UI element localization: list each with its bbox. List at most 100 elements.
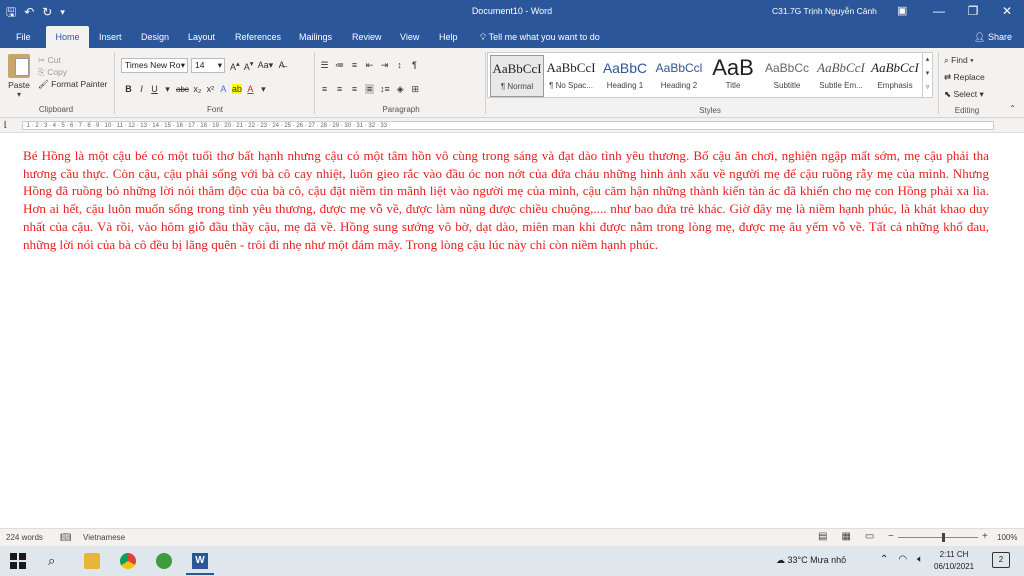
chevron-down-icon[interactable]: ▾ <box>923 67 932 81</box>
chevron-up-icon[interactable]: ⌃ <box>880 554 888 565</box>
horizontal-ruler[interactable]: ⌊ · 1 · 2 · 3 · 4 · 5 · 6 · 7 · 8 · 9 · … <box>0 118 1024 133</box>
weather-widget[interactable]: ☁ 33°C Mưa nhỏ <box>776 555 846 566</box>
change-case-icon[interactable]: Aa▾ <box>258 60 274 71</box>
justify-icon[interactable]: ≡ <box>365 84 374 94</box>
person-icon: 👤︎ <box>974 32 986 42</box>
select-button[interactable]: ⬉ Select ▾ <box>944 86 985 103</box>
title-bar: 🖫 ↶ ↻ ▾ Document10 - Word C31.7G Trịnh N… <box>0 0 1024 24</box>
restore-icon[interactable]: ❐ <box>956 0 990 24</box>
increase-indent-icon[interactable]: ⇥ <box>380 60 389 71</box>
style-title[interactable]: AaB Title <box>706 55 760 97</box>
tab-view[interactable]: View <box>394 26 425 48</box>
windows-start-icon[interactable] <box>10 553 26 569</box>
chevron-down-icon[interactable]: ▾ <box>259 84 268 95</box>
zoom-out-icon[interactable]: − <box>888 531 894 542</box>
tab-layout[interactable]: Layout <box>182 26 221 48</box>
style-heading-1[interactable]: AaBbC Heading 1 <box>598 55 652 97</box>
shading-icon[interactable]: ◈ <box>396 84 405 95</box>
read-mode-icon[interactable]: ▤ <box>818 531 827 542</box>
word-icon[interactable]: W <box>192 553 208 569</box>
tab-design[interactable]: Design <box>135 26 175 48</box>
coccoc-browser-icon[interactable] <box>156 553 172 569</box>
web-layout-icon[interactable]: ▭ <box>865 531 874 542</box>
style-normal[interactable]: AaBbCcI ¶ Normal <box>490 55 544 97</box>
collapse-ribbon-icon[interactable]: ⌃ <box>1009 104 1016 113</box>
style-emphasis[interactable]: AaBbCcI Emphasis <box>868 55 922 97</box>
font-group-label: Font <box>206 105 223 114</box>
align-right-icon[interactable]: ≡ <box>350 84 359 94</box>
font-color-icon[interactable]: A <box>246 84 255 94</box>
chevron-up-icon[interactable]: ▴ <box>923 53 932 67</box>
tab-help[interactable]: Help <box>433 26 464 48</box>
clear-formatting-icon[interactable]: A̶ <box>277 60 286 70</box>
bullets-icon[interactable]: ☰ <box>320 60 329 71</box>
numbering-icon[interactable]: ≔ <box>335 60 344 71</box>
volume-icon[interactable]: 🔈︎ <box>917 554 923 565</box>
share-button[interactable]: 👤︎ Share <box>974 26 1012 48</box>
zoom-level[interactable]: 100% <box>997 533 1017 542</box>
text-effects-icon[interactable]: A <box>219 84 228 94</box>
system-clock[interactable]: 2:11 CH 06/10/2021 <box>934 549 974 573</box>
font-name-select[interactable]: Times New Ro ▾ <box>121 58 188 73</box>
close-icon[interactable]: ✕ <box>990 0 1024 24</box>
ribbon-display-options-icon[interactable]: ▣ <box>897 4 907 17</box>
tab-references[interactable]: References <box>229 26 287 48</box>
subscript-icon[interactable]: x₂ <box>193 84 202 94</box>
superscript-icon[interactable]: x² <box>206 84 215 94</box>
alignment-controls: ≡ ≡ ≡ ≡ ↕≡ ◈ ⊞ <box>320 82 420 96</box>
word-count[interactable]: 224 words <box>6 533 43 542</box>
cut-button[interactable]: ✂ Cut <box>38 54 107 66</box>
search-icon[interactable]: ⌕ <box>48 553 64 569</box>
highlight-icon[interactable]: ab <box>231 84 242 94</box>
zoom-in-icon[interactable]: + <box>982 531 988 542</box>
styles-scroll[interactable]: ▴ ▾ ▿ <box>922 53 932 97</box>
chrome-icon[interactable] <box>120 553 136 569</box>
notification-icon[interactable]: 2 <box>992 552 1010 568</box>
copy-button[interactable]: ⎘ Copy <box>38 66 107 78</box>
tab-mailings[interactable]: Mailings <box>293 26 338 48</box>
document-page[interactable]: Bé Hồng là một cậu bé có một tuổi thơ bấ… <box>0 133 1024 528</box>
chevron-down-icon[interactable]: ▾ <box>163 84 172 95</box>
font-size-select[interactable]: 14 ▾ <box>191 58 225 73</box>
format-painter-button[interactable]: 🖌︎ Format Painter <box>38 78 107 90</box>
align-left-icon[interactable]: ≡ <box>320 84 329 94</box>
zoom-slider[interactable] <box>898 537 978 538</box>
grow-font-icon[interactable]: A▴ <box>230 59 240 72</box>
align-center-icon[interactable]: ≡ <box>335 84 344 94</box>
document-paragraph[interactable]: Bé Hồng là một cậu bé có một tuổi thơ bấ… <box>23 147 989 253</box>
decrease-indent-icon[interactable]: ⇤ <box>365 60 374 71</box>
user-name[interactable]: C31.7G Trịnh Nguyễn Cảnh <box>772 6 877 16</box>
bold-icon[interactable]: B <box>124 84 133 94</box>
sort-icon[interactable]: ↕ <box>395 60 404 70</box>
line-spacing-icon[interactable]: ↕≡ <box>380 84 390 94</box>
language-indicator[interactable]: Vietnamese <box>83 533 125 542</box>
style-subtle-emphasis[interactable]: AaBbCcI Subtle Em... <box>814 55 868 97</box>
borders-icon[interactable]: ⊞ <box>411 84 420 95</box>
pilcrow-icon[interactable]: ¶ <box>410 60 419 70</box>
style-no-spacing[interactable]: AaBbCcI ¶ No Spac... <box>544 55 598 97</box>
find-button[interactable]: ⌕ Find ▾ <box>944 52 985 69</box>
print-layout-icon[interactable]: ▦ <box>841 531 850 542</box>
minimize-icon[interactable]: — <box>922 0 956 24</box>
replace-button[interactable]: ⇄ Replace <box>944 69 985 86</box>
file-explorer-icon[interactable] <box>84 553 100 569</box>
paste-button[interactable]: Paste ▾ <box>6 54 32 99</box>
style-subtitle[interactable]: AaBbCc Subtitle <box>760 55 814 97</box>
style-heading-2[interactable]: AaBbCcl Heading 2 <box>652 55 706 97</box>
tab-review[interactable]: Review <box>346 26 388 48</box>
strikethrough-icon[interactable]: abc <box>176 85 189 94</box>
tab-home[interactable]: Home <box>46 26 89 48</box>
tab-insert[interactable]: Insert <box>93 26 128 48</box>
more-styles-icon[interactable]: ▿ <box>923 81 932 95</box>
multilevel-list-icon[interactable]: ≡ <box>350 60 359 70</box>
proofing-icon[interactable]: 📖︎ <box>60 532 71 543</box>
italic-icon[interactable]: I <box>137 84 146 94</box>
zoom-slider-handle[interactable] <box>942 533 945 542</box>
tell-me-search[interactable]: 💡︎ Tell me what you want to do <box>480 26 600 48</box>
shrink-font-icon[interactable]: A▾ <box>244 59 254 72</box>
network-icon[interactable]: ◠ <box>898 554 907 565</box>
system-tray: ⌃ ◠ 🔈︎ <box>880 554 923 565</box>
tab-selector-icon[interactable]: ⌊ <box>4 120 7 129</box>
tab-file[interactable]: File <box>10 26 37 48</box>
underline-icon[interactable]: U <box>150 84 159 94</box>
